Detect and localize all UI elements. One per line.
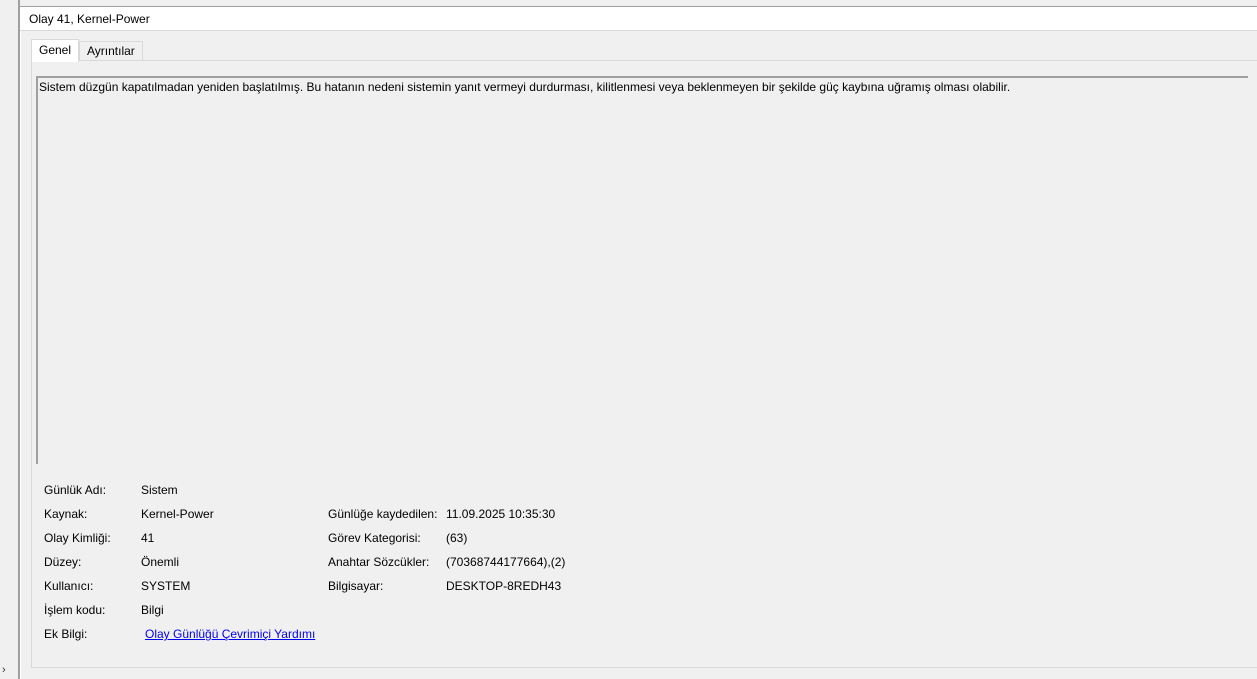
log-name-value: Sistem xyxy=(141,483,178,497)
event-description-text: Sistem düzgün kapatılmadan yeniden başla… xyxy=(39,80,1011,94)
keywords-label: Anahtar Sözcükler: xyxy=(328,555,430,569)
event-details-pane: Olay 41, Kernel-Power Genel Ayrıntılar S… xyxy=(19,0,1257,679)
more-info-label: Ek Bilgi: xyxy=(44,627,88,641)
tab-details[interactable]: Ayrıntılar xyxy=(79,41,143,61)
tab-bar: Genel Ayrıntılar xyxy=(31,39,1257,62)
event-description-box[interactable]: Sistem düzgün kapatılmadan yeniden başla… xyxy=(36,76,1248,464)
level-value: Önemli xyxy=(141,555,180,569)
level-label: Düzey: xyxy=(44,555,82,569)
computer-label: Bilgisayar: xyxy=(328,579,384,593)
logged-value: 11.09.2025 10:35:30 xyxy=(446,507,556,521)
online-help-link[interactable]: Olay Günlüğü Çevrimiçi Yardımı xyxy=(145,627,315,641)
tab-general[interactable]: Genel xyxy=(31,39,80,62)
event-id-label: Olay Kimliği: xyxy=(44,531,111,545)
tab-details-label: Ayrıntılar xyxy=(87,44,135,58)
opcode-label: İşlem kodu: xyxy=(44,603,106,617)
tab-general-label: Genel xyxy=(39,43,72,57)
event-title: Olay 41, Kernel-Power xyxy=(29,12,150,26)
task-category-label: Görev Kategorisi: xyxy=(328,531,421,545)
event-title-bar: Olay 41, Kernel-Power xyxy=(20,7,1257,31)
logged-label: Günlüğe kaydedilen: xyxy=(328,507,438,521)
source-value: Kernel-Power xyxy=(141,507,214,521)
event-content: Genel Ayrıntılar Sistem düzgün kapatılma… xyxy=(21,31,1257,679)
pane-top-border xyxy=(20,0,1257,7)
left-panel-strip: › xyxy=(0,0,19,679)
event-id-value: 41 xyxy=(141,531,155,545)
chevron-right-icon[interactable]: › xyxy=(2,664,6,676)
opcode-value: Bilgi xyxy=(141,603,164,617)
user-label: Kullanıcı: xyxy=(44,579,94,593)
task-category-value: (63) xyxy=(446,531,468,545)
user-value: SYSTEM xyxy=(141,579,191,593)
log-name-label: Günlük Adı: xyxy=(44,483,107,497)
computer-value: DESKTOP-8REDH43 xyxy=(446,579,562,593)
source-label: Kaynak: xyxy=(44,507,88,521)
keywords-value: (70368744177664),(2) xyxy=(446,555,566,569)
